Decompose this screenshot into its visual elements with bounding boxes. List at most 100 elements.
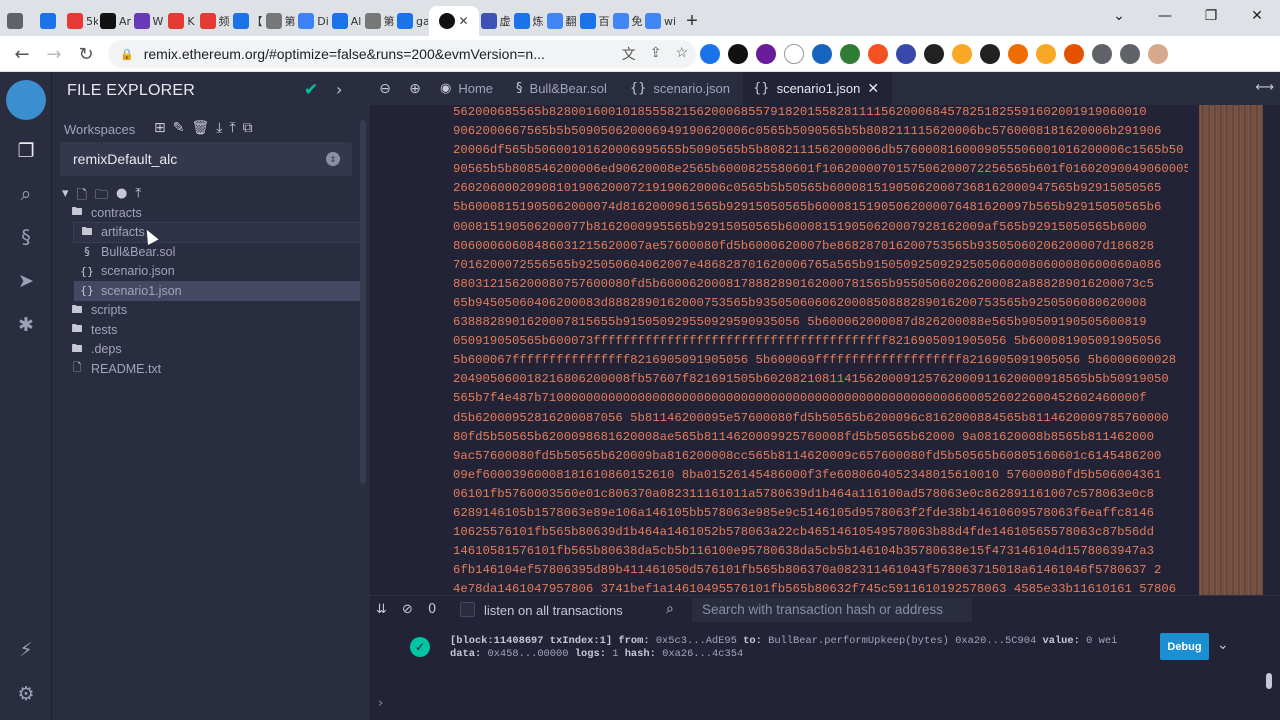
extension-icon[interactable] <box>840 44 860 64</box>
tx-search-input[interactable]: Search with transaction hash or address <box>692 598 972 622</box>
url-field[interactable]: 🔒 remix.ethereum.org/#optimize=false&run… <box>108 40 696 68</box>
add-workspace-icon[interactable]: ⊞ <box>154 120 166 136</box>
browser-tab[interactable]: 免 <box>611 6 644 36</box>
browser-tab-active[interactable]: ✕ <box>429 6 479 36</box>
scrollbar[interactable] <box>360 120 366 484</box>
editor-tab[interactable]: {} scenario.json <box>620 72 743 105</box>
tree-item-folder[interactable]: 🖿 tests <box>70 320 360 340</box>
tree-item-folder[interactable]: 🖿 artifacts <box>73 221 361 243</box>
new-tab-button[interactable]: + <box>677 6 707 36</box>
minimize-icon[interactable]: — <box>1142 0 1188 32</box>
expand-icon[interactable]: ⟷ <box>1255 80 1274 95</box>
bookmark-star-icon[interactable]: ☆ <box>675 44 688 64</box>
caret-down-icon[interactable]: ▾ <box>62 186 69 208</box>
reload-icon[interactable]: ↻ <box>70 38 102 70</box>
extension-icon[interactable] <box>1064 44 1084 64</box>
browser-tab[interactable]: ga <box>396 6 429 36</box>
browser-tab[interactable]: Ar <box>99 6 132 36</box>
forward-icon[interactable]: → <box>38 38 70 70</box>
extension-icon[interactable] <box>1008 44 1028 64</box>
remix-logo-icon[interactable] <box>6 80 46 120</box>
browser-tab[interactable]: W <box>132 6 165 36</box>
tree-item-file[interactable]: 🗋 README.txt <box>70 359 360 379</box>
pending-tx-count: 0 <box>428 602 437 617</box>
extension-icon[interactable] <box>952 44 972 64</box>
file-explorer-icon[interactable]: ❐ <box>13 138 39 164</box>
workspace-select[interactable]: remixDefault_alc ⇕ <box>60 142 352 176</box>
extension-icon[interactable] <box>868 44 888 64</box>
chevron-down-icon[interactable]: ⌄ <box>1217 637 1229 653</box>
tree-item-folder[interactable]: 🖿 contracts <box>70 203 360 223</box>
extension-icon[interactable] <box>1092 44 1112 64</box>
code-content[interactable]: 562000685565b828001600101855582156200068… <box>453 103 1188 593</box>
editor-tab[interactable]: § Bull&Bear.sol <box>506 72 620 105</box>
plugin-manager-icon[interactable]: ⚡ <box>13 637 39 663</box>
tx-line-1[interactable]: [block:11408697 txIndex:1] from: 0x5c3..… <box>450 635 1117 647</box>
back-icon[interactable]: ← <box>6 38 38 70</box>
chevron-right-icon[interactable]: › <box>336 80 342 99</box>
browser-tab[interactable]: wi <box>644 6 677 36</box>
browser-tab[interactable]: Di <box>297 6 330 36</box>
listen-checkbox[interactable] <box>460 602 475 617</box>
extension-icon[interactable] <box>924 44 944 64</box>
restore-icon[interactable]: ❐ <box>1188 0 1234 32</box>
browser-tab[interactable] <box>0 6 33 36</box>
browser-tab[interactable]: 频 <box>198 6 231 36</box>
minimap[interactable] <box>1199 105 1263 595</box>
tab-title: Al <box>350 14 362 28</box>
solidity-compiler-icon[interactable]: § <box>13 224 39 250</box>
debug-button[interactable]: Debug <box>1160 633 1209 660</box>
editor-tab[interactable]: {} scenario1.json ✕ <box>743 72 893 105</box>
clear-console-icon[interactable]: ⊘ <box>402 602 413 617</box>
extension-icon[interactable] <box>756 44 776 64</box>
browser-tab[interactable]: 炼 <box>512 6 545 36</box>
close-window-icon[interactable]: ✕ <box>1234 0 1280 32</box>
extension-icon[interactable] <box>896 44 916 64</box>
close-tab-icon[interactable]: ✕ <box>458 14 468 28</box>
zoom-out-icon[interactable]: ⊖ <box>370 81 400 97</box>
extension-icon[interactable] <box>1036 44 1056 64</box>
editor-tab[interactable]: ◉ Home <box>430 72 506 105</box>
clone-workspace-icon[interactable]: ⧉ <box>243 120 253 136</box>
tree-item-folder[interactable]: 🖿 .deps <box>70 340 360 360</box>
zoom-in-icon[interactable]: ⊕ <box>400 81 430 97</box>
tree-item-folder[interactable]: 🖿 scripts <box>70 301 360 321</box>
debugger-icon[interactable]: ✱ <box>13 312 39 338</box>
browser-tab[interactable]: 虚 <box>479 6 512 36</box>
tab-search-icon[interactable]: ⌄ <box>1096 0 1142 32</box>
code-line: 565b7f4e487b7100000000000000000000000000… <box>453 391 1147 406</box>
restore-workspace-icon[interactable]: ⤒ <box>229 120 235 136</box>
tx-line-2[interactable]: data: 0x458...00000 logs: 1 hash: 0xa26.… <box>450 648 743 660</box>
rename-workspace-icon[interactable]: ✎ <box>173 120 185 136</box>
tree-item-json[interactable]: {} scenario.json <box>70 262 360 282</box>
translate-icon[interactable]: 文 <box>622 44 636 64</box>
extension-icon[interactable] <box>784 44 804 64</box>
browser-tab[interactable]: K <box>165 6 198 36</box>
deploy-icon[interactable]: ➤ <box>13 268 39 294</box>
settings-icon[interactable]: ⚙ <box>13 681 39 707</box>
tree-item-json[interactable]: {} scenario1.json <box>74 281 360 301</box>
terminal-scrollbar[interactable] <box>1266 673 1272 689</box>
browser-tab[interactable]: Al <box>330 6 363 36</box>
extension-icon[interactable] <box>700 44 720 64</box>
browser-tab[interactable]: 第 <box>264 6 297 36</box>
browser-tab[interactable]: 【 <box>231 6 264 36</box>
tree-item-sol[interactable]: § Bull&Bear.sol <box>70 242 360 262</box>
tree-item-label: contracts <box>91 205 142 220</box>
delete-workspace-icon[interactable]: 🗑 <box>191 120 209 136</box>
browser-tab[interactable]: 百 <box>578 6 611 36</box>
extension-icon[interactable] <box>1148 44 1168 64</box>
browser-tab[interactable]: 翻 <box>545 6 578 36</box>
collapse-terminal-icon[interactable]: ⇊ <box>376 602 387 617</box>
share-icon[interactable]: ⇪ <box>650 44 662 64</box>
download-workspace-icon[interactable]: ⤓ <box>216 120 222 136</box>
extension-icon[interactable] <box>812 44 832 64</box>
extension-icon[interactable] <box>728 44 748 64</box>
search-icon[interactable]: ⌕ <box>13 181 39 207</box>
extension-icon[interactable] <box>1120 44 1140 64</box>
close-tab-icon[interactable]: ✕ <box>867 81 879 97</box>
extension-icon[interactable] <box>980 44 1000 64</box>
browser-tab[interactable] <box>33 6 66 36</box>
browser-tab[interactable]: 5k+ <box>66 6 99 36</box>
browser-tab[interactable]: 第 <box>363 6 396 36</box>
